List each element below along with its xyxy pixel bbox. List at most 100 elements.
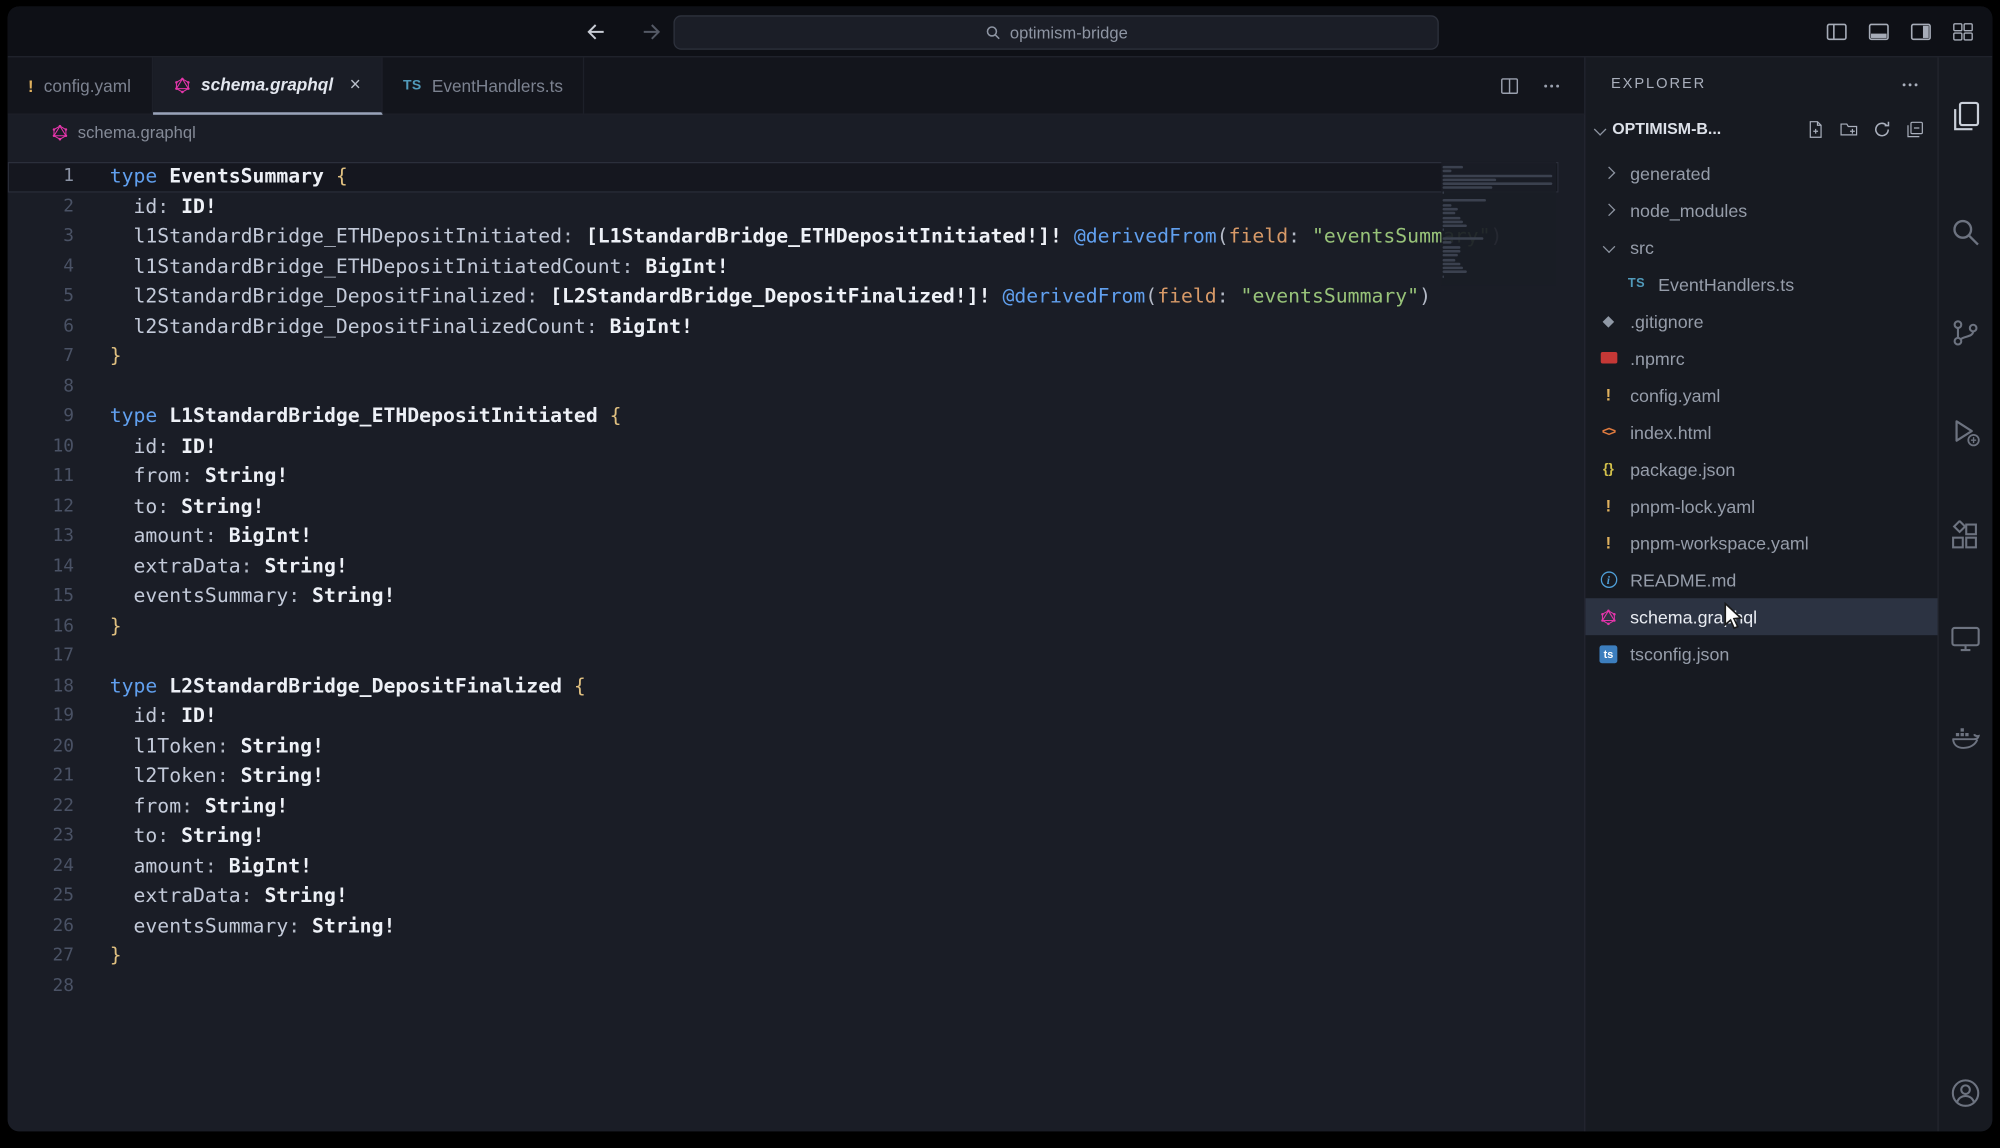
remote-explorer-icon[interactable] xyxy=(1949,622,1982,655)
minimap[interactable] xyxy=(1441,162,1556,286)
code-line-26[interactable]: 26 eventsSummary: String! xyxy=(8,911,1559,941)
code-line-21[interactable]: 21 l2Token: String! xyxy=(8,761,1559,791)
code-line-17[interactable]: 17 xyxy=(8,642,1559,672)
line-number: 24 xyxy=(8,851,74,881)
file-tree-item-.gitignore[interactable]: ◆.gitignore xyxy=(1585,302,1937,339)
tab-config.yaml[interactable]: !config.yaml xyxy=(8,57,153,113)
line-text: } xyxy=(110,342,122,372)
line-number: 19 xyxy=(8,702,74,732)
file-tree-item-src[interactable]: src xyxy=(1585,228,1937,265)
line-number: 16 xyxy=(8,612,74,642)
file-tree-item-README.md[interactable]: iREADME.md xyxy=(1585,561,1937,598)
back-icon[interactable] xyxy=(584,20,607,43)
code-line-16[interactable]: 16} xyxy=(8,612,1559,642)
file-name: .gitignore xyxy=(1630,311,1703,331)
file-tree-item-node_modules[interactable]: node_modules xyxy=(1585,191,1937,228)
breadcrumb[interactable]: schema.graphql xyxy=(8,115,1585,149)
code-line-8[interactable]: 8 xyxy=(8,372,1559,402)
code-line-23[interactable]: 23 to: String! xyxy=(8,821,1559,851)
code-line-1[interactable]: 1type EventsSummary { xyxy=(8,162,1559,192)
warning-yaml-icon: ! xyxy=(1606,385,1612,404)
code-line-4[interactable]: 4 l1StandardBridge_ETHDepositInitiatedCo… xyxy=(8,252,1559,282)
command-center-search[interactable]: optimism-bridge xyxy=(673,15,1438,49)
code-line-11[interactable]: 11 from: String! xyxy=(8,462,1559,492)
line-text: l2StandardBridge_DepositFinalized: [L2St… xyxy=(110,282,1431,312)
run-and-debug-icon[interactable] xyxy=(1949,416,1982,449)
code-line-6[interactable]: 6 l2StandardBridge_DepositFinalizedCount… xyxy=(8,312,1559,342)
file-name: src xyxy=(1630,237,1654,257)
file-icon xyxy=(1593,352,1624,363)
code-line-15[interactable]: 15 eventsSummary: String! xyxy=(8,582,1559,612)
code-line-27[interactable]: 27} xyxy=(8,941,1559,971)
line-text: id: ID! xyxy=(110,432,217,462)
line-number: 3 xyxy=(8,222,74,252)
file-tree-item-pnpm-lock.yaml[interactable]: !pnpm-lock.yaml xyxy=(1585,487,1937,524)
file-tree-item-generated[interactable]: generated xyxy=(1585,154,1937,191)
file-tree-item-schema.graphql[interactable]: schema.graphql xyxy=(1585,598,1937,635)
more-actions-icon[interactable] xyxy=(1542,76,1561,95)
file-name: tsconfig.json xyxy=(1630,643,1729,663)
tab-schema.graphql[interactable]: schema.graphql× xyxy=(153,57,383,114)
code-line-10[interactable]: 10 id: ID! xyxy=(8,432,1559,462)
code-line-13[interactable]: 13 amount: BigInt! xyxy=(8,522,1559,552)
code-line-9[interactable]: 9type L1StandardBridge_ETHDepositInitiat… xyxy=(8,402,1559,432)
layout-sidebar-right-icon[interactable] xyxy=(1909,20,1932,43)
new-file-icon[interactable] xyxy=(1806,119,1825,138)
account-icon[interactable] xyxy=(1949,1077,1982,1110)
layout-sidebar-left-icon[interactable] xyxy=(1825,20,1848,43)
code-line-25[interactable]: 25 extraData: String! xyxy=(8,881,1559,911)
file-tree-item-.npmrc[interactable]: .npmrc xyxy=(1585,339,1937,376)
file-tree-item-config.yaml[interactable]: !config.yaml xyxy=(1585,376,1937,413)
layout-panel-icon[interactable] xyxy=(1867,20,1890,43)
graphql-icon xyxy=(51,123,69,141)
code-line-20[interactable]: 20 l1Token: String! xyxy=(8,731,1559,761)
file-icon xyxy=(1593,168,1624,177)
code-line-19[interactable]: 19 id: ID! xyxy=(8,702,1559,732)
file-tree-item-tsconfig.json[interactable]: tstsconfig.json xyxy=(1585,635,1937,672)
line-text: l1StandardBridge_ETHDepositInitiated: [L… xyxy=(110,222,1503,252)
code-line-7[interactable]: 7} xyxy=(8,342,1559,372)
file-icon: i xyxy=(1593,571,1624,588)
code-line-18[interactable]: 18 type L2StandardBridge_DepositFinalized… xyxy=(8,672,1559,702)
files-icon[interactable] xyxy=(1949,99,1982,132)
source-control-icon[interactable] xyxy=(1949,316,1982,349)
code-line-12[interactable]: 12 to: String! xyxy=(8,492,1559,522)
forward-icon[interactable] xyxy=(640,20,663,43)
line-number: 18 xyxy=(8,672,74,702)
file-tree-item-index.html[interactable]: <>index.html xyxy=(1585,413,1937,450)
close-tab-icon[interactable]: × xyxy=(350,74,361,96)
code-line-22[interactable]: 22 from: String! xyxy=(8,791,1559,821)
line-text: l2StandardBridge_DepositFinalizedCount: … xyxy=(110,312,693,342)
code-line-14[interactable]: 14 extraData: String! xyxy=(8,552,1559,582)
explorer-toolbar xyxy=(1806,119,1925,138)
folder-collapsed-icon xyxy=(1602,204,1615,217)
code-editor[interactable]: 1type EventsSummary {2 id: ID!3 l1Standa… xyxy=(8,149,1585,1131)
code-line-28[interactable]: 28 xyxy=(8,971,1559,1001)
breadcrumb-file: schema.graphql xyxy=(78,122,196,141)
code-line-3[interactable]: 3 l1StandardBridge_ETHDepositInitiated: … xyxy=(8,222,1559,252)
folder-collapsed-icon xyxy=(1602,167,1615,180)
file-tree-item-pnpm-workspace.yaml[interactable]: !pnpm-workspace.yaml xyxy=(1585,524,1937,561)
docker-icon[interactable] xyxy=(1949,722,1982,755)
line-number: 15 xyxy=(8,582,74,612)
tab-EventHandlers.ts[interactable]: TSEventHandlers.ts xyxy=(383,57,585,113)
explorer-more-icon[interactable] xyxy=(1900,75,1919,94)
layout-customize-icon[interactable] xyxy=(1952,20,1975,43)
new-folder-icon[interactable] xyxy=(1839,119,1858,138)
split-editor-icon[interactable] xyxy=(1500,76,1519,95)
code-line-5[interactable]: 5 l2StandardBridge_DepositFinalized: [L2… xyxy=(8,282,1559,312)
code-line-2[interactable]: 2 id: ID! xyxy=(8,192,1559,222)
tab-bar: !config.yamlschema.graphql×TSEventHandle… xyxy=(8,57,1585,114)
line-text: type L2StandardBridge_DepositFinalized { xyxy=(110,672,586,702)
info-icon: i xyxy=(1600,571,1617,588)
search-value: optimism-bridge xyxy=(1010,23,1128,42)
collapse-all-icon[interactable] xyxy=(1906,119,1925,138)
refresh-icon[interactable] xyxy=(1872,119,1891,138)
project-section-row[interactable]: OPTIMISM-B... xyxy=(1585,111,1937,147)
code-line-24[interactable]: 24 amount: BigInt! xyxy=(8,851,1559,881)
extensions-icon[interactable] xyxy=(1949,520,1982,553)
file-name: .npmrc xyxy=(1630,348,1685,368)
search-icon[interactable] xyxy=(1949,216,1982,249)
file-tree-item-package.json[interactable]: {}package.json xyxy=(1585,450,1937,487)
file-tree-item-EventHandlers.ts[interactable]: TSEventHandlers.ts xyxy=(1585,265,1937,302)
